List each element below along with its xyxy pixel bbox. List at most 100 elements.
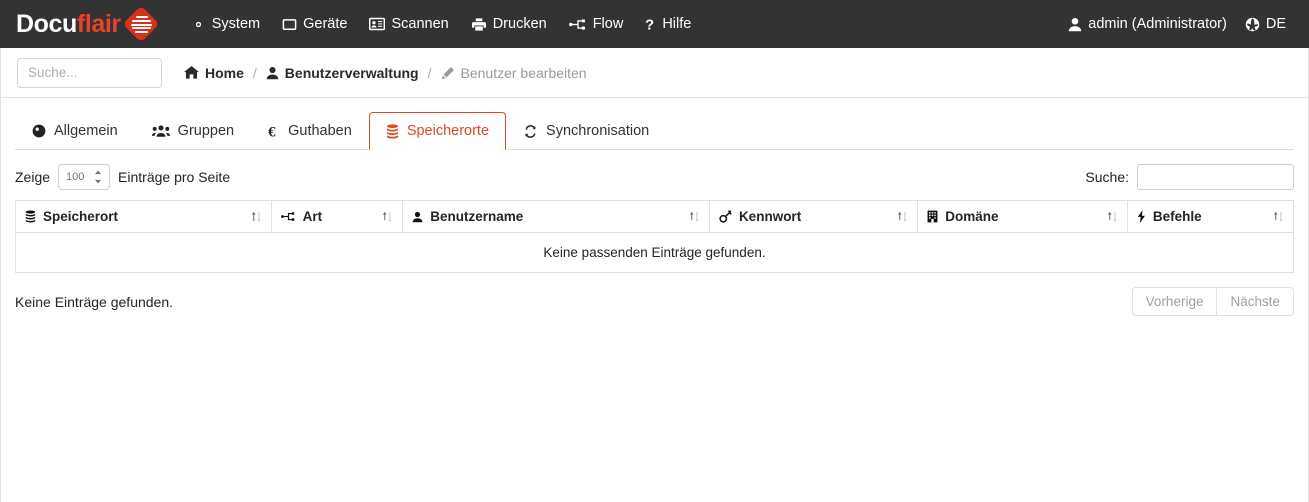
tab-label: Guthaben: [288, 123, 352, 139]
nav-item-label: Hilfe: [662, 16, 691, 32]
euro-icon: €: [268, 124, 280, 139]
nav-item-hilfe[interactable]: ? Hilfe: [634, 10, 702, 38]
breadcrumb-bar: Home / Benutzerverwaltung / Benutzer bea…: [1, 48, 1308, 98]
user-icon: [412, 211, 423, 223]
column-header-label: Domäne: [945, 209, 998, 224]
page-length-suffix-label: Einträge pro Seite: [118, 169, 230, 185]
page-length-control: Zeige 10 25 50 100 Einträge pro Seite: [15, 164, 230, 190]
tab-speicherorte[interactable]: Speicherorte: [369, 112, 506, 150]
tab-bar: Allgemein Gruppen € Guthaben Speicherort…: [15, 98, 1294, 150]
tab-allgemein[interactable]: Allgemein: [15, 112, 135, 150]
breadcrumb-label: Home: [205, 65, 244, 81]
nav-item-label: Geräte: [303, 16, 347, 32]
navbar-right: admin (Administrator) DE: [1059, 10, 1295, 38]
main-nav: System Geräte Scannen Drucken Flow: [180, 10, 703, 38]
database-icon: [25, 210, 36, 223]
table-filter-input[interactable]: [1137, 164, 1294, 190]
sort-icon[interactable]: [897, 210, 908, 223]
nav-item-system[interactable]: System: [180, 10, 271, 38]
column-header-label: Befehle: [1153, 209, 1202, 224]
nav-item-geraete[interactable]: Geräte: [271, 10, 358, 38]
table-empty-message: Keine passenden Einträge gefunden.: [16, 233, 1294, 273]
column-header-domaene[interactable]: Domäne: [918, 201, 1128, 233]
database-icon: [386, 124, 399, 139]
sort-icon[interactable]: [689, 210, 700, 223]
nav-item-drucken[interactable]: Drucken: [460, 10, 558, 38]
tab-gruppen[interactable]: Gruppen: [135, 112, 251, 150]
column-header-label: Kennwort: [739, 209, 801, 224]
svg-text:?: ?: [645, 17, 654, 32]
nav-item-label: System: [212, 16, 260, 32]
nav-item-flow[interactable]: Flow: [558, 10, 635, 38]
tab-guthaben[interactable]: € Guthaben: [251, 112, 369, 150]
column-header-speicherort[interactable]: Speicherort: [16, 201, 272, 233]
breadcrumb-label: Benutzer bearbeiten: [461, 65, 587, 81]
column-header-label: Art: [303, 209, 323, 224]
table-empty-row: Keine passenden Einträge gefunden.: [16, 233, 1294, 273]
tab-label: Gruppen: [178, 123, 234, 139]
key-icon: [719, 210, 732, 223]
language-label: DE: [1266, 16, 1286, 32]
column-header-kennwort[interactable]: Kennwort: [709, 201, 917, 233]
page-length-select[interactable]: 10 25 50 100: [58, 164, 110, 190]
nav-item-user-account[interactable]: admin (Administrator): [1059, 10, 1236, 38]
user-icon: [1068, 17, 1082, 32]
table-footer: Keine Einträge gefunden. Vorherige Nächs…: [15, 273, 1294, 316]
table-filter-label: Suche:: [1085, 169, 1129, 185]
nav-item-label: Drucken: [493, 16, 547, 32]
pagination: Vorherige Nächste: [1132, 287, 1294, 316]
tab-label: Synchronisation: [546, 123, 649, 139]
building-icon: [927, 210, 938, 223]
top-navbar: Docuflair System Geräte Scannen: [0, 0, 1309, 48]
user-label: admin (Administrator): [1088, 16, 1227, 32]
breadcrumb-label: Benutzerverwaltung: [285, 65, 419, 81]
brand-logo[interactable]: Docuflair: [16, 7, 158, 41]
breadcrumb-separator: /: [428, 65, 432, 81]
tab-label: Speicherorte: [407, 123, 489, 139]
question-mark-icon: ?: [645, 17, 656, 32]
table-filter-control: Suche:: [1085, 164, 1294, 190]
page-length-prefix-label: Zeige: [15, 169, 50, 185]
id-card-icon: [369, 17, 385, 31]
sort-icon[interactable]: [382, 210, 393, 223]
nav-item-scannen[interactable]: Scannen: [358, 10, 459, 38]
breadcrumb-item-benutzerverwaltung[interactable]: Benutzerverwaltung: [266, 65, 419, 81]
column-header-art[interactable]: Art: [271, 201, 403, 233]
usb-sitemap-icon: [569, 18, 587, 31]
page-wrapper: Home / Benutzerverwaltung / Benutzer bea…: [0, 48, 1309, 502]
nav-item-language[interactable]: DE: [1236, 10, 1295, 38]
circle-dot-icon: [32, 124, 46, 138]
column-header-befehle[interactable]: Befehle: [1127, 201, 1293, 233]
table-controls: Zeige 10 25 50 100 Einträge pro Seite Su…: [15, 150, 1294, 200]
sort-icon[interactable]: [1107, 210, 1118, 223]
pagination-next-button[interactable]: Nächste: [1217, 287, 1294, 316]
nav-item-label: Scannen: [391, 16, 448, 32]
refresh-icon: [523, 124, 538, 139]
gear-icon: [191, 17, 206, 32]
sort-icon[interactable]: [251, 210, 262, 223]
column-header-label: Speicherort: [43, 209, 118, 224]
storage-locations-table: Speicherort Art: [15, 200, 1294, 273]
global-search-input[interactable]: [17, 58, 162, 88]
main-content: Allgemein Gruppen € Guthaben Speicherort…: [1, 98, 1308, 316]
brand-wordmark: Docuflair: [16, 12, 121, 37]
nav-item-label: Flow: [593, 16, 624, 32]
table-info-text: Keine Einträge gefunden.: [15, 294, 173, 310]
pagination-previous-button[interactable]: Vorherige: [1132, 287, 1218, 316]
column-header-label: Benutzername: [430, 209, 523, 224]
device-square-icon: [282, 17, 297, 32]
bolt-icon: [1137, 210, 1146, 223]
tab-synchronisation[interactable]: Synchronisation: [506, 112, 666, 150]
breadcrumb-item-benutzer-bearbeiten: Benutzer bearbeiten: [441, 65, 587, 81]
breadcrumb-item-home[interactable]: Home: [184, 65, 244, 81]
printer-icon: [471, 17, 487, 32]
tab-label: Allgemein: [54, 123, 118, 139]
sort-icon[interactable]: [1273, 210, 1284, 223]
column-header-benutzername[interactable]: Benutzername: [403, 201, 710, 233]
brand-text-secondary: flair: [77, 10, 121, 38]
globe-icon: [1245, 17, 1260, 32]
docuflair-diamond-logo-icon: [124, 7, 158, 41]
user-icon: [266, 66, 279, 80]
pencil-icon: [441, 66, 455, 80]
table-body: Keine passenden Einträge gefunden.: [16, 233, 1294, 273]
